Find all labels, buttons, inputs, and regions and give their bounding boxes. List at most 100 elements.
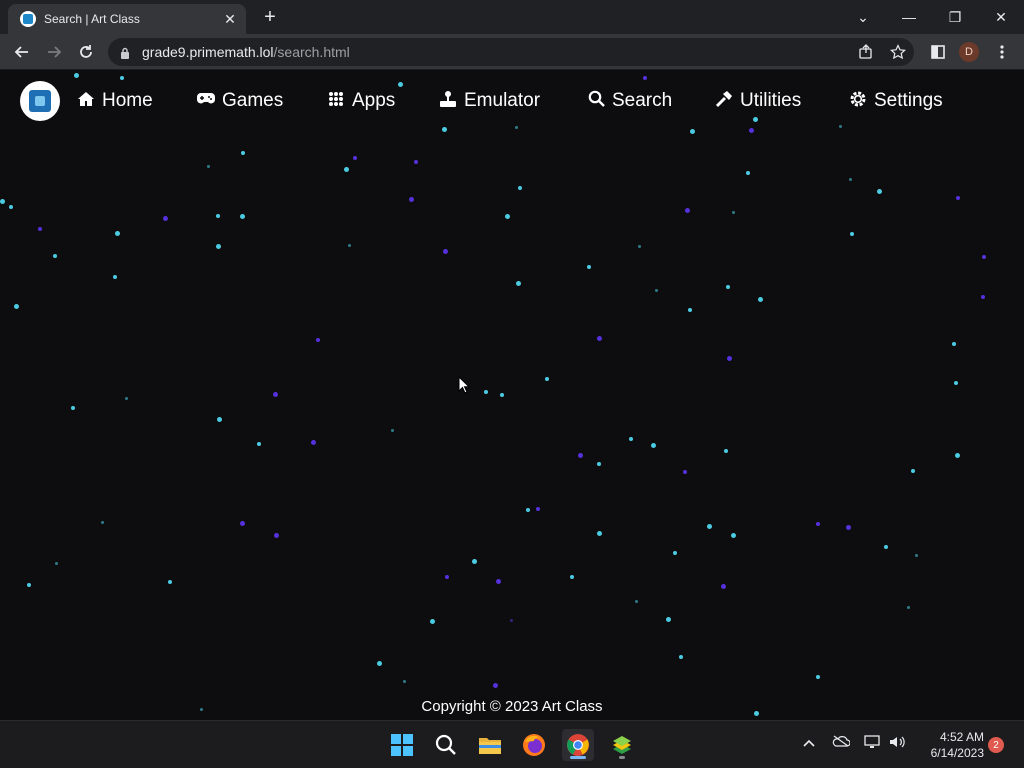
clock-time: 4:52 AM	[939, 730, 984, 744]
network-icon[interactable]	[862, 735, 884, 752]
particle-dot	[684, 207, 690, 213]
nav-settings[interactable]: Settings	[848, 87, 943, 115]
particle-dot	[629, 437, 633, 441]
taskbar-clock[interactable]: 4:52 AM 6/14/2023	[912, 729, 984, 761]
nav-emulator[interactable]: Emulator	[438, 87, 540, 115]
particle-dot	[347, 243, 351, 247]
particle-dot	[310, 439, 316, 445]
particle-dot	[952, 342, 956, 346]
particle-dot	[353, 156, 357, 160]
site-navbar: Home Games Apps Emulator Search Utilitie…	[0, 79, 1024, 123]
tab-close-icon[interactable]: ✕	[220, 11, 240, 28]
particle-dot	[597, 462, 601, 466]
site-favicon-icon	[20, 11, 36, 27]
nav-search-label: Search	[612, 90, 673, 111]
nav-settings-label: Settings	[874, 90, 943, 111]
particle-dot	[215, 243, 221, 249]
particle-dot	[848, 177, 852, 181]
tray-overflow-chevron-icon[interactable]	[798, 735, 820, 750]
particle-dot	[570, 575, 574, 579]
browser-tab-active[interactable]: Search | Art Class ✕	[8, 4, 246, 34]
particle-dot	[206, 164, 210, 168]
nav-home[interactable]: Home	[76, 87, 153, 115]
joystick-icon	[438, 90, 458, 113]
profile-avatar[interactable]: D	[959, 42, 979, 62]
bluestacks-icon[interactable]	[606, 729, 638, 761]
clock-date: 6/14/2023	[930, 746, 984, 760]
back-arrow-icon[interactable]	[10, 40, 34, 64]
windows-start-icon[interactable]	[386, 729, 418, 761]
new-tab-button[interactable]: +	[258, 6, 282, 30]
particle-dot	[536, 507, 540, 511]
particle-dot	[429, 618, 435, 624]
particle-dot	[272, 391, 278, 397]
nav-utilities-label: Utilities	[740, 90, 802, 111]
forward-arrow-icon[interactable]	[42, 40, 66, 64]
side-panel-icon[interactable]	[928, 42, 948, 62]
particle-dot	[471, 558, 477, 564]
particle-dot	[748, 127, 754, 133]
particle-dot	[757, 296, 763, 302]
tab-search-chevron-icon[interactable]: ⌄	[840, 0, 886, 34]
particle-dot	[637, 244, 641, 248]
particle-dot	[515, 280, 521, 286]
share-icon[interactable]	[856, 42, 876, 62]
lock-icon[interactable]	[120, 46, 130, 59]
particle-dot	[518, 186, 522, 190]
minimize-button[interactable]: —	[886, 0, 932, 34]
onedrive-cloud-icon[interactable]	[830, 735, 852, 750]
particle-dot	[850, 232, 854, 236]
particle-dot	[124, 396, 128, 400]
particle-dot	[726, 355, 732, 361]
particle-dot	[689, 128, 695, 134]
particle-dot	[509, 618, 513, 622]
particle-dot	[816, 675, 820, 679]
site-logo[interactable]	[20, 81, 60, 121]
tab-title: Search | Art Class	[44, 12, 140, 26]
nav-apps[interactable]: Apps	[326, 87, 395, 115]
url-text: grade9.primemath.lol/search.html	[142, 44, 350, 60]
particle-dot	[445, 575, 449, 579]
grid-icon	[326, 91, 346, 112]
firefox-icon[interactable]	[518, 729, 550, 761]
file-explorer-icon[interactable]	[474, 729, 506, 761]
particle-dot	[876, 188, 882, 194]
url-path: /search.html	[273, 44, 350, 60]
particle-dot	[500, 393, 504, 397]
windows-taskbar: 4:52 AM 6/14/2023 2	[0, 720, 1024, 768]
particle-dot	[100, 520, 104, 524]
particle-dot	[587, 265, 591, 269]
bookmark-star-icon[interactable]	[888, 42, 908, 62]
address-bar[interactable]: grade9.primemath.lol/search.html	[108, 38, 914, 66]
particle-dot	[665, 616, 671, 622]
particle-dot	[731, 210, 735, 214]
notification-badge[interactable]: 2	[988, 737, 1004, 753]
gamepad-icon	[196, 91, 216, 111]
chrome-icon[interactable]	[562, 729, 594, 761]
particle-dot	[954, 452, 960, 458]
nav-games[interactable]: Games	[196, 87, 283, 115]
restore-button[interactable]: ❐	[932, 0, 978, 34]
reload-icon[interactable]	[74, 40, 98, 64]
mouse-cursor-icon	[458, 375, 471, 394]
volume-icon[interactable]	[886, 735, 908, 752]
more-menu-icon[interactable]	[992, 42, 1012, 62]
close-window-button[interactable]: ✕	[978, 0, 1024, 34]
particle-dot	[162, 215, 168, 221]
search-icon	[586, 90, 606, 112]
particle-dot	[239, 213, 245, 219]
nav-search[interactable]: Search	[586, 87, 672, 115]
browser-toolbar: grade9.primemath.lol/search.html D	[0, 34, 1024, 70]
particle-dot	[113, 275, 117, 279]
particle-dot	[679, 655, 683, 659]
particle-dot	[654, 288, 658, 292]
particle-dot	[442, 248, 448, 254]
particle-dot	[13, 303, 19, 309]
particle-dot	[514, 125, 518, 129]
particle-dot	[273, 532, 279, 538]
particle-dot	[726, 285, 730, 289]
taskbar-search-icon[interactable]	[430, 729, 462, 761]
particle-dot	[526, 508, 530, 512]
particle-dot	[730, 532, 736, 538]
nav-utilities[interactable]: Utilities	[714, 87, 801, 115]
